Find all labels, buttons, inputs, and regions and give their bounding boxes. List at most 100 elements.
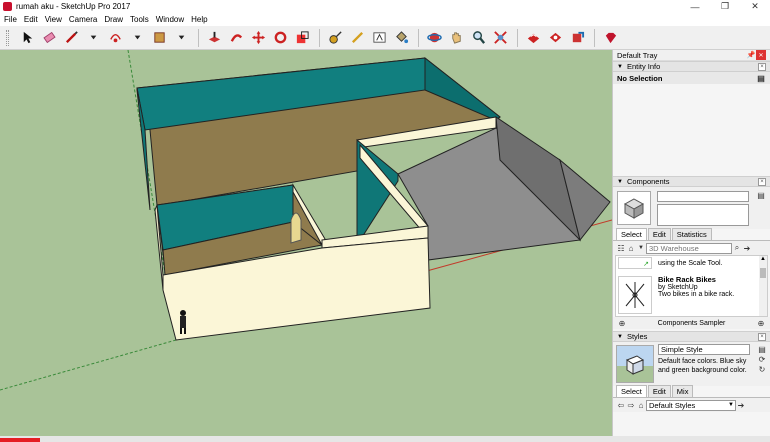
zoom-extents-button[interactable] [490,28,510,48]
scale-button[interactable] [292,28,312,48]
model-viewport[interactable] [0,50,612,436]
menu-draw[interactable]: Draw [104,15,123,24]
tab-statistics[interactable]: Statistics [671,228,712,240]
menu-help[interactable]: Help [191,15,207,24]
tray-title: Default Tray [617,50,658,60]
style-name-field[interactable]: Simple Style [658,344,750,355]
back-arrow-icon[interactable]: ⇦ [616,400,626,410]
components-header[interactable]: ▼ Components × [613,176,770,187]
details-icon[interactable]: ▤ [756,73,766,83]
component-title: Bike Rack Bikes [658,275,716,284]
bike-rack-icon [625,282,645,308]
paint-bucket-icon [395,31,408,44]
rectangle-dropdown[interactable] [171,28,191,48]
tray-close-icon[interactable]: ✕ [756,50,766,60]
menu-camera[interactable]: Camera [69,15,97,24]
magnifier-icon [472,31,485,44]
share-model-button[interactable] [567,28,587,48]
nav-dropdown-icon[interactable]: ▼ [636,243,646,253]
tab-edit[interactable]: Edit [647,228,671,240]
styles-tab-mix[interactable]: Mix [671,385,694,397]
components-scrollbar[interactable]: ▲ [759,256,767,316]
selection-status: No Selection [617,73,663,83]
dimension-icon [351,31,363,44]
menu-view[interactable]: View [45,15,62,24]
line-tool-button[interactable] [61,28,81,48]
entity-info-close-icon[interactable]: × [758,62,766,71]
paint-bucket-button[interactable] [391,28,411,48]
sampler-left-icon[interactable]: ⊕ [617,318,627,328]
tab-select[interactable]: Select [616,228,647,240]
offset-button[interactable] [226,28,246,48]
scale-icon [296,31,309,44]
caret-down-icon [90,35,96,40]
scroll-thumb[interactable] [760,268,766,278]
collapse-triangle-icon: ▼ [617,178,623,185]
text-tool-button[interactable] [369,28,389,48]
caret-down-icon [178,35,184,40]
styles-tab-edit[interactable]: Edit [647,385,671,397]
shape-tool-button[interactable] [105,28,125,48]
toolbar-grip[interactable] [6,29,9,46]
menu-tools[interactable]: Tools [130,15,149,24]
select-tool-button[interactable] [17,28,37,48]
shape-dropdown[interactable] [127,28,147,48]
sampler-right-icon[interactable]: ⊕ [756,318,766,328]
component-name-field[interactable] [657,190,749,202]
styles-close-icon[interactable]: × [758,332,766,341]
styles-collection-select[interactable]: Default Styles ▼ [646,399,736,411]
navigate-forward-icon[interactable]: ➔ [742,243,752,253]
ruby-console-button[interactable] [600,28,620,48]
extension-warehouse-button[interactable] [545,28,565,48]
line-dropdown[interactable] [83,28,103,48]
styles-tabs: Select Edit Mix [613,385,770,398]
components-close-icon[interactable]: × [758,177,766,186]
push-pull-button[interactable] [204,28,224,48]
component-details-icon[interactable]: ▤ [756,190,766,200]
list-item[interactable]: ↗ using the Scale Tool. [616,256,767,270]
components-title: Components [626,177,670,186]
entity-info-header[interactable]: ▼ Entity Info × [613,61,770,72]
pan-button[interactable] [446,28,466,48]
styles-collection-row: ⇦ ⇨ ⌂ Default Styles ▼ ➔ [613,398,770,412]
rectangle-tool-button[interactable] [149,28,169,48]
styles-header[interactable]: ▼ Styles × [613,331,770,342]
move-button[interactable] [248,28,268,48]
menu-edit[interactable]: Edit [24,15,38,24]
menu-file[interactable]: File [4,15,17,24]
close-button[interactable]: ✕ [740,0,770,13]
component-description: Two bikes in a bike rack. [658,291,735,298]
styles-home-icon[interactable]: ⌂ [636,400,646,410]
menu-window[interactable]: Window [156,15,184,24]
eraser-icon [42,31,56,44]
style-update-icon[interactable]: ⟳ [757,354,767,364]
view-options-icon[interactable]: ☷ [616,243,626,253]
search-icon[interactable]: ⌕ [732,243,742,253]
styles-forward-icon[interactable]: ➔ [736,400,746,410]
style-thumbnail [616,345,654,383]
components-tabs: Select Edit Statistics [613,228,770,241]
warehouse-button[interactable] [523,28,543,48]
model-drawing [0,50,612,391]
style-create-icon[interactable]: ↻ [757,364,767,374]
dimension-button[interactable] [347,28,367,48]
pin-icon[interactable]: 📌 [746,50,756,60]
home-icon[interactable]: ⌂ [626,243,636,253]
forward-arrow-icon[interactable]: ⇨ [626,400,636,410]
eraser-tool-button[interactable] [39,28,59,48]
minimize-button[interactable]: — [680,0,710,13]
rotate-button[interactable] [270,28,290,48]
styles-collection-value: Default Styles [649,400,696,410]
scroll-up-icon[interactable]: ▲ [759,256,767,262]
orbit-button[interactable] [424,28,444,48]
styles-tab-select[interactable]: Select [616,385,647,397]
components-search-row: ☷ ⌂ ▼ ⌕ ➔ [613,241,770,255]
collapse-triangle-icon: ▼ [617,63,623,70]
tape-measure-button[interactable] [325,28,345,48]
list-item[interactable]: Bike Rack Bikes by SketchUp Two bikes in… [616,273,767,317]
style-details-icon[interactable]: ▤ [757,344,767,354]
restore-button[interactable]: ❐ [710,0,740,13]
zoom-button[interactable] [468,28,488,48]
warehouse-search-input[interactable] [646,242,732,254]
component-description-field[interactable] [657,203,749,226]
